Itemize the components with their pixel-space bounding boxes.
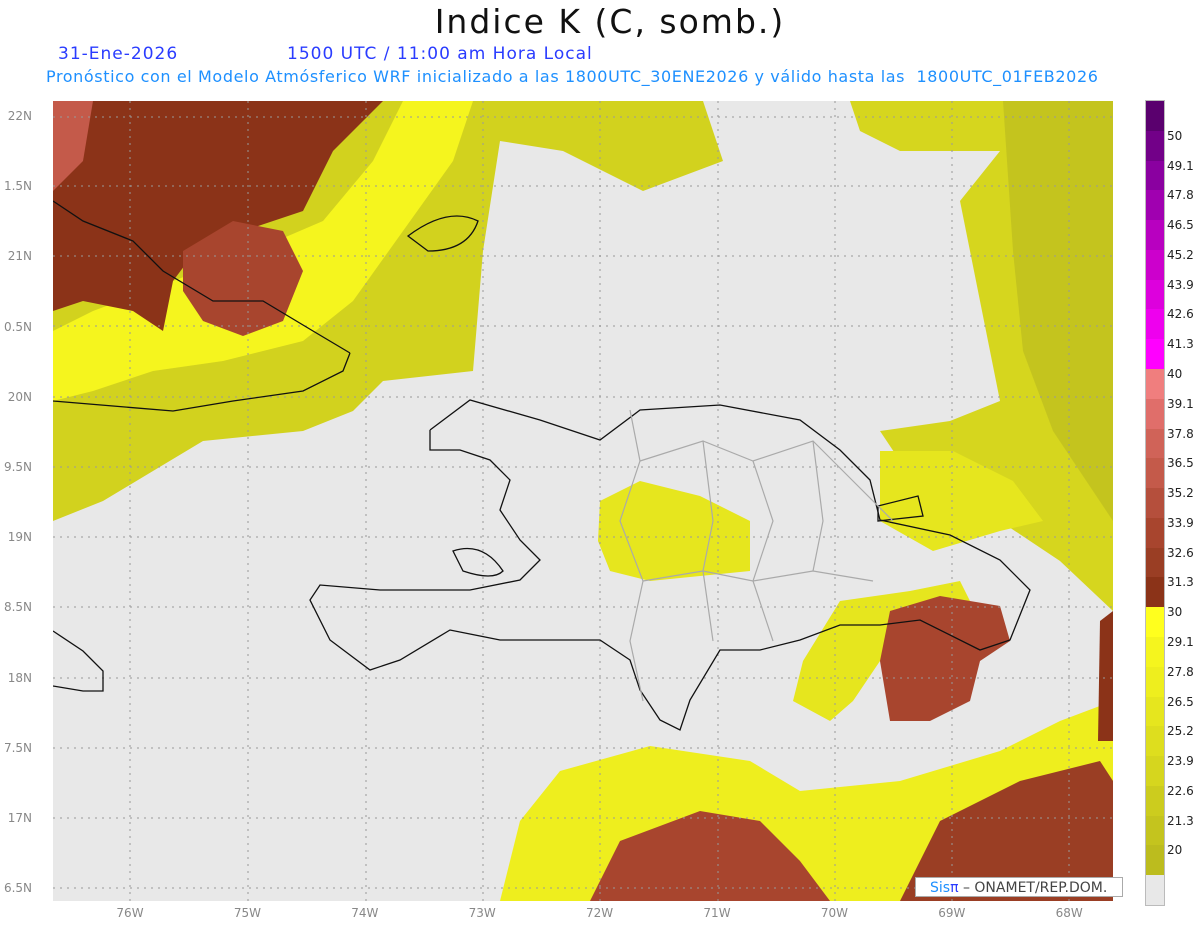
colorbar-segment xyxy=(1146,130,1164,162)
colorbar-label: 46.5 xyxy=(1167,218,1194,233)
colorbar-segment xyxy=(1146,249,1164,281)
lat-label: 0.5N xyxy=(3,319,32,334)
k-index-region-brown-south3 xyxy=(1098,611,1113,741)
forecast-time: 1500 UTC / 11:00 am Hora Local xyxy=(287,44,593,64)
colorbar-segment xyxy=(1146,845,1164,876)
lat-label: 19N xyxy=(7,530,32,545)
colorbar-label: 35.2 xyxy=(1167,486,1194,501)
colorbar-label: 23.9 xyxy=(1167,754,1194,769)
lat-label: 7.5N xyxy=(3,740,32,755)
lat-label: 6.5N xyxy=(3,881,32,896)
colorbar-segment xyxy=(1146,398,1164,430)
colorbar-segment xyxy=(1146,339,1164,370)
lon-label: 76W xyxy=(116,906,144,920)
colorbar-segment xyxy=(1146,190,1164,221)
colorbar-label: 37.8 xyxy=(1167,426,1194,441)
colorbar-segment xyxy=(1146,101,1164,132)
lat-label: 18N xyxy=(7,670,32,685)
colorbar-segment xyxy=(1146,517,1164,549)
logo-pi: π xyxy=(950,880,959,896)
colorbar-label: 50 xyxy=(1167,128,1183,143)
lon-label: 75W xyxy=(233,906,261,920)
forecast-description: Pronóstico con el Modelo Atmósferico WRF… xyxy=(46,67,1099,86)
lat-label: 17N xyxy=(7,811,32,825)
colorbar-label: 45.2 xyxy=(1167,247,1194,262)
colorbar-label: 25.2 xyxy=(1167,724,1194,739)
colorbar-segment xyxy=(1146,637,1164,668)
colorbar-label: 30 xyxy=(1167,605,1183,620)
colorbar-label: 27.8 xyxy=(1167,664,1194,679)
colorbar-label: 47.8 xyxy=(1167,188,1194,203)
colorbar-segment xyxy=(1146,696,1164,727)
lat-label: 22N xyxy=(7,109,32,123)
colorbar-label: 42.6 xyxy=(1167,307,1194,322)
colorbar-label: 29.1 xyxy=(1167,635,1194,649)
colorbar-label: 22.6 xyxy=(1167,783,1194,798)
colorbar-segment xyxy=(1146,160,1164,191)
sispi-onamet-logo: Sisπ – ONAMET/REP.DOM. xyxy=(915,877,1123,897)
lon-label: 73W xyxy=(468,906,496,920)
colorbar-segment xyxy=(1146,607,1164,638)
lat-label: 21N xyxy=(7,249,32,264)
forecast-date: 31-Ene-2026 xyxy=(58,44,179,64)
lat-label: 8.5N xyxy=(3,600,32,615)
lat-label: 9.5N xyxy=(3,460,32,474)
map-title: Indice K (C, somb.) xyxy=(434,2,786,41)
lon-label: 74W xyxy=(351,906,379,920)
colorbar-label: 26.5 xyxy=(1167,694,1194,709)
colorbar-segment xyxy=(1146,577,1164,608)
colorbar-segment xyxy=(1146,547,1164,578)
colorbar-label: 33.9 xyxy=(1167,515,1194,530)
colorbar-label: 39.1 xyxy=(1167,396,1194,411)
colorbar-label: 41.3 xyxy=(1167,337,1194,352)
colorbar-segment xyxy=(1146,220,1164,251)
colorbar-label: 21.3 xyxy=(1167,813,1194,828)
colorbar-label: 20 xyxy=(1167,843,1183,858)
colorbar-label: 32.6 xyxy=(1167,545,1194,560)
colorbar-segment xyxy=(1146,279,1164,310)
colorbar-label: 40 xyxy=(1167,367,1183,381)
colorbar-label: 49.1 xyxy=(1167,158,1194,173)
colorbar-segment xyxy=(1146,369,1164,400)
colorbar-segment xyxy=(1146,666,1164,698)
colorbar-segment xyxy=(1146,785,1164,817)
colorbar-segment xyxy=(1146,726,1164,757)
lat-label: 1.5N xyxy=(3,179,32,194)
lon-label: 71W xyxy=(703,906,731,920)
colorbar-label: 31.3 xyxy=(1167,575,1194,590)
colorbar-segment xyxy=(1146,875,1164,906)
colorbar-segment xyxy=(1146,428,1164,459)
lon-label: 68W xyxy=(1055,906,1083,920)
lon-label: 69W xyxy=(938,906,966,920)
k-index-map xyxy=(53,101,1113,901)
colorbar-segment xyxy=(1146,458,1164,489)
colorbar-segment xyxy=(1146,756,1164,787)
colorbar-label: 36.5 xyxy=(1167,456,1194,471)
colorbar-label: 43.9 xyxy=(1167,277,1194,292)
logo-sis: Sis xyxy=(930,880,951,896)
colorbar-segment xyxy=(1146,488,1164,519)
colorbar-segment xyxy=(1146,309,1164,340)
logo-text: – ONAMET/REP.DOM. xyxy=(958,880,1108,896)
lon-label: 72W xyxy=(586,906,614,920)
colorbar-segment xyxy=(1146,815,1164,846)
lat-label: 20N xyxy=(7,389,32,404)
lon-label: 70W xyxy=(820,906,848,920)
colorbar xyxy=(1145,100,1165,906)
